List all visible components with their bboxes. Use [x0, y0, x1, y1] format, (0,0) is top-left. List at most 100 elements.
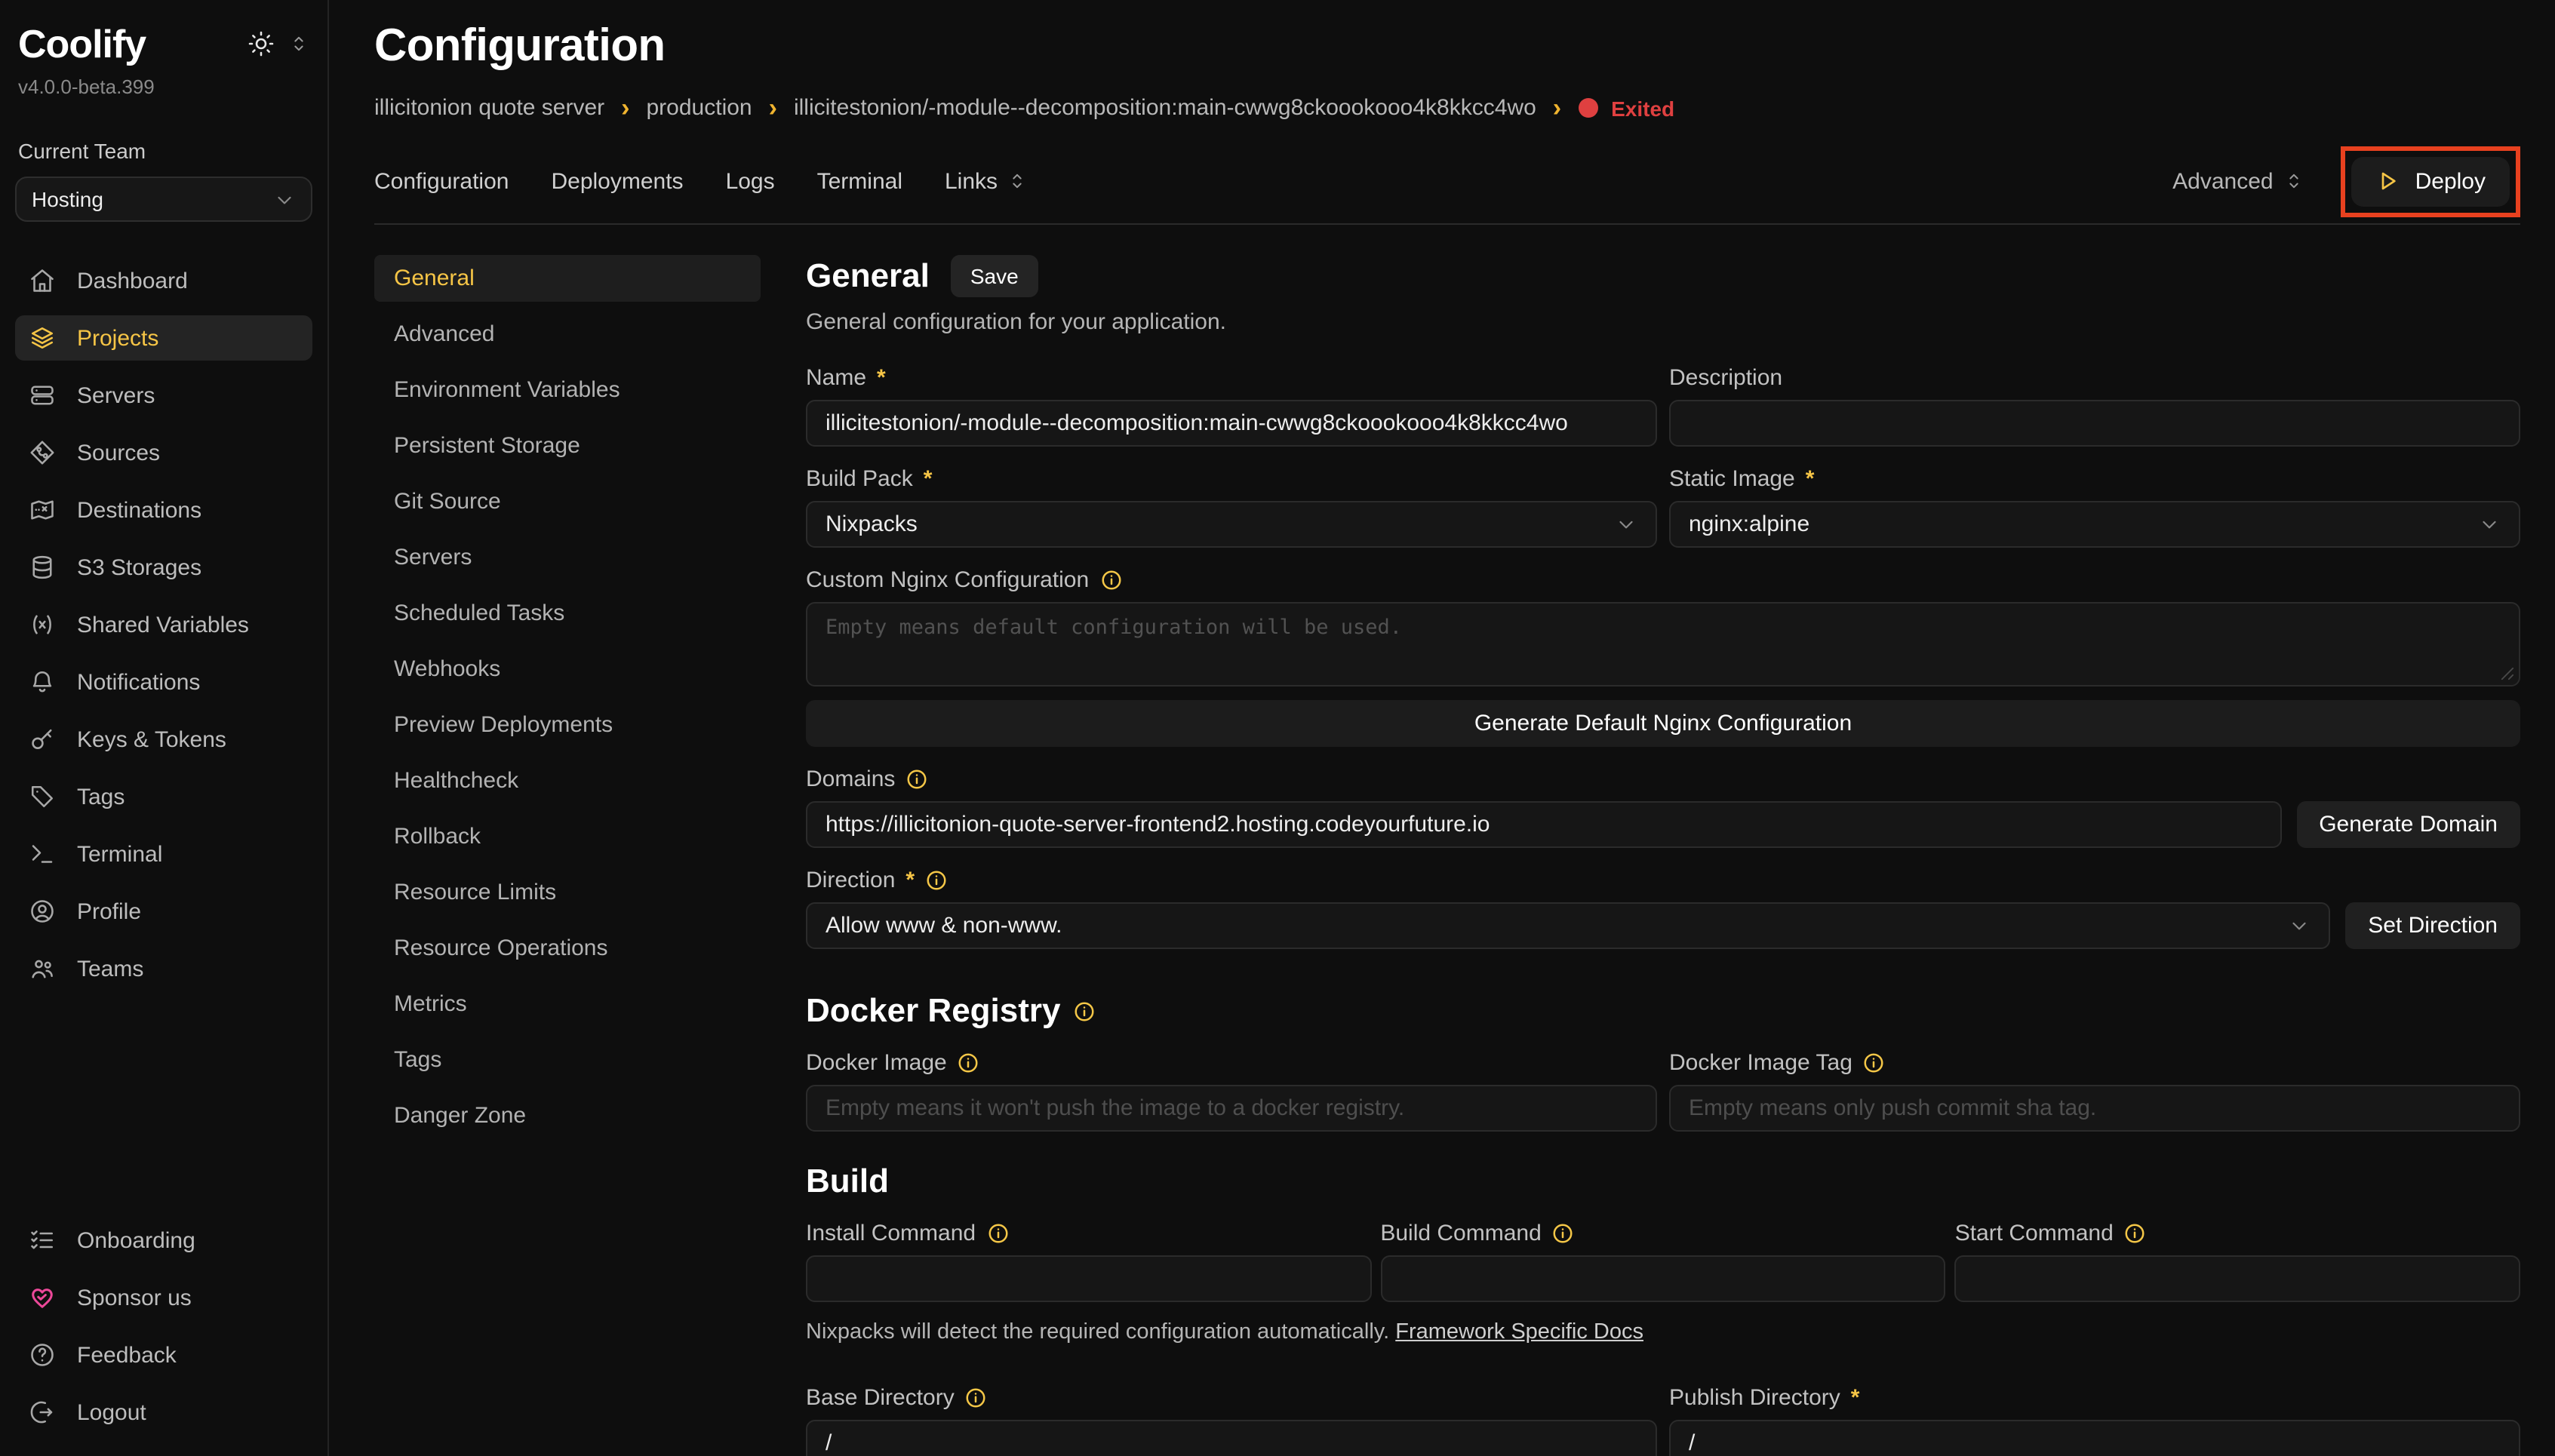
deploy-button[interactable]: Deploy — [2352, 156, 2510, 206]
subnav-item-danger-zone[interactable]: Danger Zone — [374, 1092, 761, 1139]
advanced-selector[interactable]: Advanced — [2172, 168, 2304, 194]
home-icon — [29, 267, 56, 294]
tab-logs[interactable]: Logs — [726, 168, 775, 194]
name-input[interactable] — [806, 400, 1657, 447]
subnav-item-healthcheck[interactable]: Healthcheck — [374, 757, 761, 804]
logo-row: Coolify — [15, 18, 312, 68]
nginx-config-label: Custom Nginx Configuration — [806, 567, 2520, 593]
sidebar-item-profile[interactable]: Profile — [15, 889, 312, 934]
tab-links[interactable]: Links — [945, 168, 1028, 194]
subnav-item-general[interactable]: General — [374, 255, 761, 302]
direction-select[interactable]: Allow www & non-www. — [806, 902, 2330, 949]
description-label: Description — [1669, 365, 2520, 391]
docker-image-input[interactable] — [806, 1085, 1657, 1132]
generate-nginx-button[interactable]: Generate Default Nginx Configuration — [806, 700, 2520, 747]
info-icon — [1863, 1052, 1886, 1074]
subnav-item-rollback[interactable]: Rollback — [374, 813, 761, 860]
start-command-input[interactable] — [1955, 1255, 2520, 1302]
directories-row: Base Directory Publish Directory * — [806, 1365, 2520, 1456]
publish-directory-input[interactable] — [1669, 1420, 2520, 1456]
subnav-item-git-source[interactable]: Git Source — [374, 478, 761, 525]
build-command-input[interactable] — [1380, 1255, 1945, 1302]
nixpacks-hint: Nixpacks will detect the required config… — [806, 1320, 2520, 1344]
base-directory-label: Base Directory — [806, 1385, 1657, 1411]
team-select[interactable]: Hosting — [15, 177, 312, 222]
sidebar-item-logout[interactable]: Logout — [15, 1390, 312, 1435]
play-icon — [2376, 169, 2400, 193]
sidebar-item-projects[interactable]: Projects — [15, 315, 312, 361]
status-dot-icon — [1578, 98, 1597, 118]
save-button[interactable]: Save — [951, 255, 1038, 297]
breadcrumb-application[interactable]: illicitestonion/-module--decomposition:m… — [794, 95, 1536, 121]
subnav-item-webhooks[interactable]: Webhooks — [374, 646, 761, 693]
sidebar-item-tags[interactable]: Tags — [15, 774, 312, 819]
deploy-button-label: Deploy — [2415, 168, 2486, 194]
subnav-item-resource-limits[interactable]: Resource Limits — [374, 869, 761, 916]
tab-terminal[interactable]: Terminal — [817, 168, 902, 194]
sun-icon[interactable] — [248, 30, 275, 57]
breadcrumb-separator-icon: › — [1553, 95, 1561, 121]
install-command-input[interactable] — [806, 1255, 1371, 1302]
domains-input[interactable] — [806, 801, 2281, 848]
subnav-item-persistent-storage[interactable]: Persistent Storage — [374, 422, 761, 469]
subnav-item-preview-deployments[interactable]: Preview Deployments — [374, 702, 761, 748]
sidebar-item-label: Profile — [77, 898, 141, 924]
domains-label: Domains — [806, 766, 2520, 792]
chevron-updown-icon — [1007, 170, 1028, 192]
sidebar-item-label: Servers — [77, 382, 155, 408]
breadcrumb-project[interactable]: illicitonion quote server — [374, 95, 604, 121]
base-directory-input[interactable] — [806, 1420, 1657, 1456]
tab-deployments[interactable]: Deployments — [551, 168, 683, 194]
theme-updown-icon[interactable] — [288, 33, 309, 54]
chevron-down-icon — [273, 188, 296, 210]
sidebar-item-label: Tags — [77, 784, 125, 809]
sidebar-item-dashboard[interactable]: Dashboard — [15, 258, 312, 303]
subnav-item-advanced[interactable]: Advanced — [374, 311, 761, 358]
subnav-item-environment-variables[interactable]: Environment Variables — [374, 367, 761, 413]
sidebar-item-sponsor[interactable]: Sponsor us — [15, 1275, 312, 1320]
subnav-item-resource-operations[interactable]: Resource Operations — [374, 925, 761, 972]
set-direction-button[interactable]: Set Direction — [2345, 902, 2520, 949]
sidebar-item-onboarding[interactable]: Onboarding — [15, 1218, 312, 1263]
sidebar-item-sources[interactable]: Sources — [15, 430, 312, 475]
subnav-item-servers[interactable]: Servers — [374, 534, 761, 581]
sidebar-item-servers[interactable]: Servers — [15, 373, 312, 418]
variable-icon — [29, 611, 56, 638]
sidebar-item-shared-variables[interactable]: Shared Variables — [15, 602, 312, 647]
tag-icon — [29, 783, 56, 810]
tab-configuration[interactable]: Configuration — [374, 168, 509, 194]
name-description-row: Name * Description — [806, 335, 2520, 447]
breadcrumb-environment[interactable]: production — [647, 95, 752, 121]
install-command-label: Install Command — [806, 1221, 1371, 1246]
sidebar-item-destinations[interactable]: Destinations — [15, 487, 312, 533]
sidebar-item-s3-storages[interactable]: S3 Storages — [15, 545, 312, 590]
chevron-updown-icon — [2284, 170, 2305, 192]
subnav-item-metrics[interactable]: Metrics — [374, 981, 761, 1027]
sidebar-item-teams[interactable]: Teams — [15, 946, 312, 991]
sidebar-item-label: Notifications — [77, 669, 200, 695]
tabs-row: Configuration Deployments Logs Terminal … — [374, 139, 2520, 223]
tab-links-label: Links — [945, 168, 998, 194]
build-heading: Build — [806, 1162, 2520, 1201]
header-controls: Advanced Deploy — [2172, 146, 2520, 217]
static-image-select[interactable]: nginx:alpine — [1669, 501, 2520, 548]
framework-docs-link[interactable]: Framework Specific Docs — [1395, 1320, 1643, 1344]
build-pack-select[interactable]: Nixpacks — [806, 501, 1657, 548]
info-icon — [958, 1052, 980, 1074]
docker-image-tag-input[interactable] — [1669, 1085, 2520, 1132]
subnav-item-scheduled-tasks[interactable]: Scheduled Tasks — [374, 590, 761, 637]
description-input[interactable] — [1669, 400, 2520, 447]
info-icon — [905, 768, 928, 791]
app: Coolify v4.0.0-beta.399 Current Team Hos… — [0, 0, 2555, 1456]
sidebar-item-keys-tokens[interactable]: Keys & Tokens — [15, 717, 312, 762]
sidebar-item-feedback[interactable]: Feedback — [15, 1332, 312, 1378]
subnav-item-tags[interactable]: Tags — [374, 1037, 761, 1083]
name-label: Name * — [806, 365, 1657, 391]
map-icon — [29, 496, 56, 524]
resize-handle-icon[interactable] — [2501, 667, 2514, 680]
nginx-config-textarea[interactable] — [806, 602, 2520, 687]
status-text: Exited — [1611, 96, 1674, 120]
sidebar-item-notifications[interactable]: Notifications — [15, 659, 312, 705]
generate-domain-button[interactable]: Generate Domain — [2296, 801, 2520, 848]
sidebar-item-terminal[interactable]: Terminal — [15, 831, 312, 877]
